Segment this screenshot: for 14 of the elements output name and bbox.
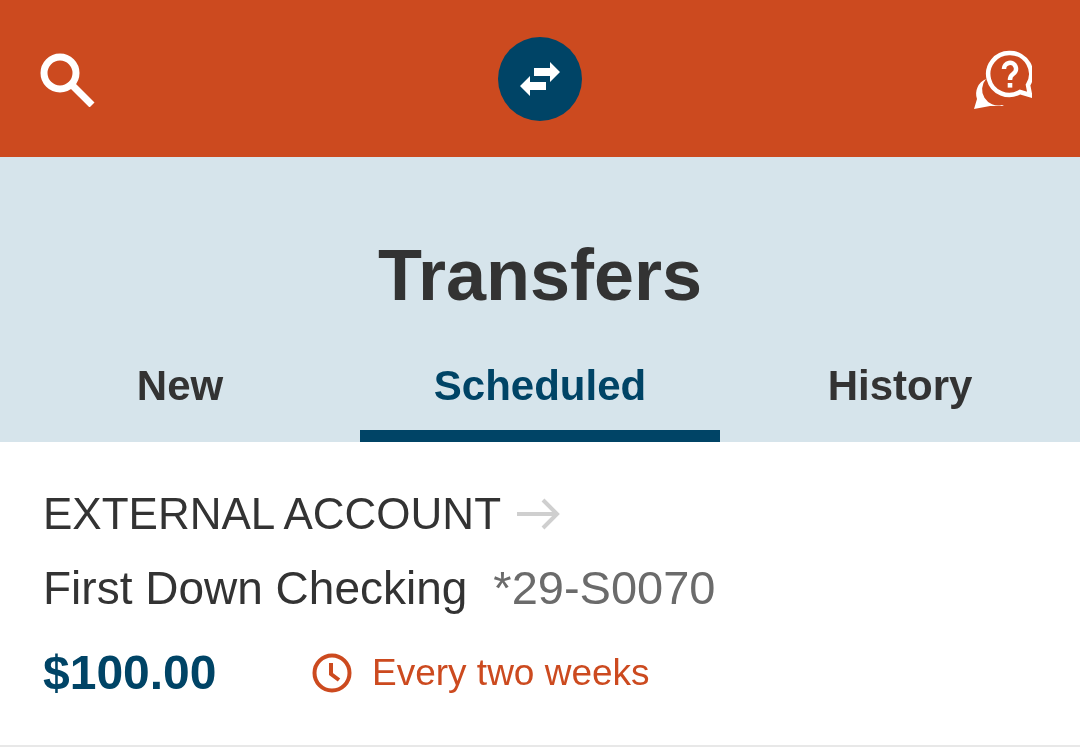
tab[interactable]: Scheduled <box>360 358 720 442</box>
help-button[interactable] <box>972 48 1032 109</box>
account-number: *29-S0070 <box>493 560 716 616</box>
right-arrow-icon <box>515 498 561 530</box>
clock-icon <box>312 653 352 693</box>
tab[interactable]: New <box>0 358 360 442</box>
tab[interactable]: History <box>720 358 1080 442</box>
help-chat-icon <box>972 48 1032 109</box>
frequency-text: Every two weeks <box>372 651 650 695</box>
page-title: Transfers <box>377 239 703 311</box>
source-account-label: EXTERNAL ACCOUNT <box>43 488 501 540</box>
transfer-amount: $100.00 <box>43 645 218 701</box>
account-name: First Down Checking <box>43 561 468 616</box>
transfer-arrows-icon <box>498 36 582 121</box>
